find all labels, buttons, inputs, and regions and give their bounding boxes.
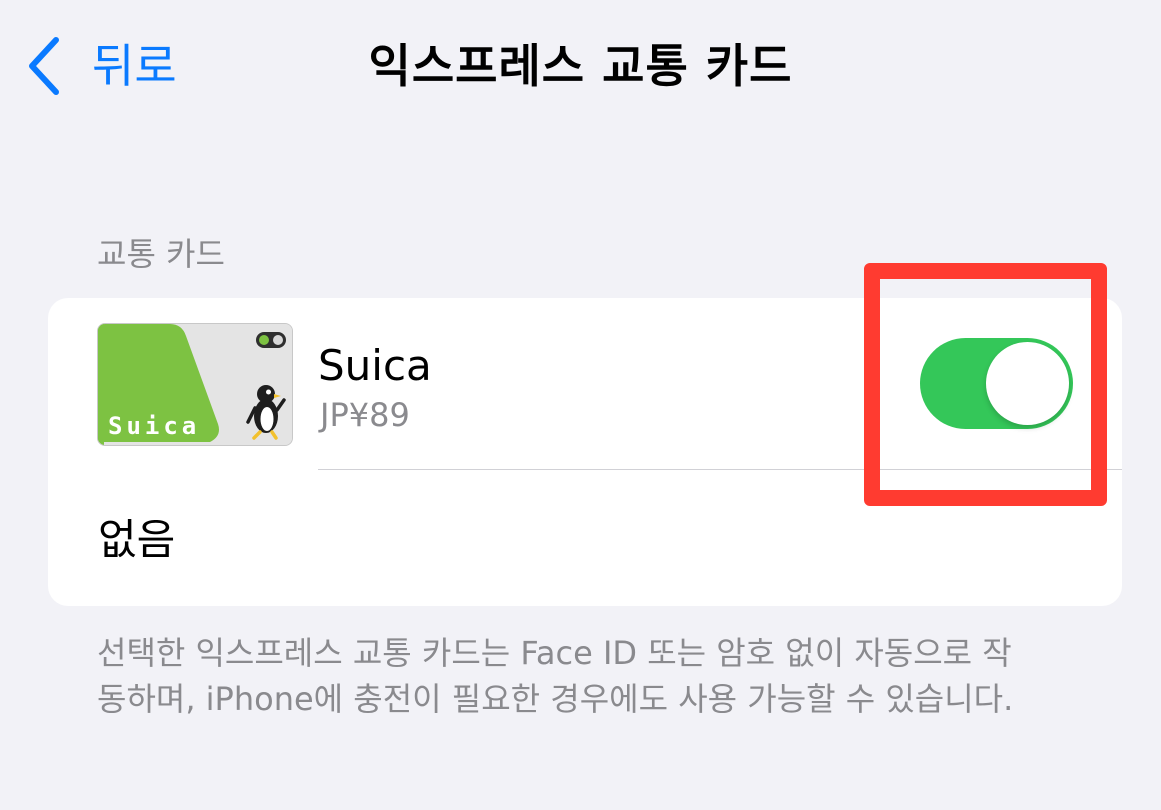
none-option[interactable]: 없음 [98,512,175,568]
footer-note: 선택한 익스프레스 교통 카드는 Face ID 또는 암호 없이 자동으로 작… [97,634,1014,718]
card-name: Suica [318,341,432,390]
express-card-toggle[interactable] [920,338,1073,429]
page-title: 익스프레스 교통 카드 [368,39,793,93]
card-logo-text: Suica [108,412,200,440]
card-balance: JP¥89 [320,396,410,434]
suica-card-image: Suica [97,323,293,446]
suica-penguin-icon: Suica [98,324,292,445]
toggle-knob [986,342,1069,425]
transit-card-list: Suica Suica JP¥89 없음 [48,298,1122,606]
row-divider [318,469,1122,470]
navigation-bar: 뒤로 익스프레스 교통 카드 [0,0,1161,130]
section-header: 교통 카드 [97,235,225,273]
